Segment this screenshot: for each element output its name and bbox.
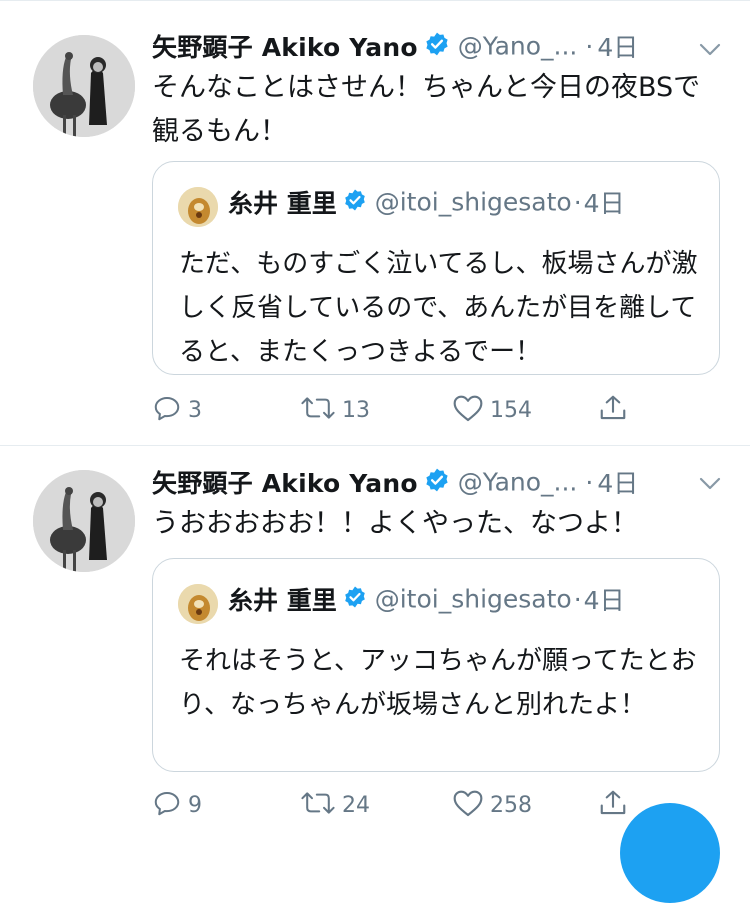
tweet-header: 矢野顕子 Akiko Yano @Yano_... · 4日	[152, 464, 638, 504]
author-name[interactable]: 矢野顕子 Akiko Yano	[152, 469, 418, 498]
author-avatar[interactable]	[33, 470, 135, 572]
retweet-count: 24	[342, 792, 370, 818]
retweet-count: 13	[342, 397, 370, 423]
tweet-actions: 9 24 258	[152, 785, 652, 825]
tweet-1[interactable]: 矢野顕子 Akiko Yano @Yano_... · 4日 そんなことはさせん！ちゃ…	[0, 0, 750, 445]
tweet-text: そんなことはさせん！ちゃんと今日の夜BSで観るもん！	[152, 72, 701, 147]
like-icon	[452, 393, 484, 427]
reply-button[interactable]: 9	[152, 785, 202, 825]
quoted-tweet[interactable]: 糸井 重里 @itoi_shigesato·4日 ただ、ものすごく泣いてるし、板場…	[152, 161, 720, 375]
quoted-handle: @itoi_shigesato	[374, 187, 572, 217]
quoted-header: 糸井 重里 @itoi_shigesato·4日	[228, 581, 625, 617]
like-button[interactable]: 154	[452, 390, 532, 430]
quoted-avatar[interactable]	[178, 584, 218, 624]
quoted-time: 4日	[583, 586, 625, 615]
verified-badge-icon	[424, 31, 450, 61]
quoted-text: ただ、ものすごく泣いてるし、板場さんが激しく反省しているので、あんたが目を離して…	[179, 249, 698, 367]
separator-dot: ·	[585, 467, 594, 497]
quoted-header: 糸井 重里 @itoi_shigesato·4日	[228, 184, 625, 220]
tweet-header: 矢野顕子 Akiko Yano @Yano_... · 4日	[152, 28, 638, 68]
chevron-down-icon[interactable]	[697, 474, 723, 494]
share-button[interactable]	[598, 390, 628, 430]
share-button[interactable]	[598, 785, 628, 825]
like-icon	[452, 788, 484, 822]
reply-count: 9	[188, 792, 202, 818]
quoted-text: それはそうと、アッコちゃんが願ってたとおり、なっちゃんが坂場さんと別れたよ！	[179, 646, 697, 720]
tweet-actions: 3 13 154	[152, 390, 652, 430]
quoted-author-name: 糸井 重里	[228, 189, 337, 218]
tweet-time[interactable]: 4日	[597, 33, 638, 62]
share-icon	[598, 393, 628, 427]
quoted-handle: @itoi_shigesato	[374, 584, 572, 614]
author-avatar-image	[33, 470, 135, 572]
like-button[interactable]: 258	[452, 785, 532, 825]
tweet-2[interactable]: 矢野顕子 Akiko Yano @Yano_... · 4日 うおおおおお！！よくやっ…	[0, 446, 750, 831]
like-count: 258	[490, 792, 532, 818]
retweet-icon	[300, 788, 336, 822]
verified-badge-icon	[343, 188, 367, 216]
quoted-tweet[interactable]: 糸井 重里 @itoi_shigesato·4日 それはそうと、アッコちゃんが願っ…	[152, 558, 720, 772]
author-avatar[interactable]	[33, 35, 135, 137]
tweet-time[interactable]: 4日	[597, 469, 638, 498]
reply-button[interactable]: 3	[152, 390, 202, 430]
retweet-button[interactable]: 24	[300, 785, 370, 825]
author-handle[interactable]: @Yano_...	[458, 32, 578, 61]
verified-badge-icon	[343, 585, 367, 613]
quoted-author-name: 糸井 重里	[228, 586, 337, 615]
author-avatar-image	[33, 35, 135, 137]
retweet-icon	[300, 393, 336, 427]
separator-dot: ·	[573, 187, 582, 217]
chevron-down-icon[interactable]	[697, 40, 723, 60]
reply-icon	[152, 393, 182, 427]
reply-count: 3	[188, 397, 202, 423]
separator-dot: ·	[573, 584, 582, 614]
reply-icon	[152, 788, 182, 822]
quoted-time: 4日	[583, 189, 625, 218]
verified-badge-icon	[424, 467, 450, 497]
separator-dot: ·	[585, 31, 594, 61]
like-count: 154	[490, 397, 532, 423]
author-handle[interactable]: @Yano_...	[458, 468, 578, 497]
quoted-avatar[interactable]	[178, 187, 218, 227]
share-icon	[598, 788, 628, 822]
author-name[interactable]: 矢野顕子 Akiko Yano	[152, 33, 418, 62]
retweet-button[interactable]: 13	[300, 390, 370, 430]
tweet-text: うおおおおお！！よくやった、なつよ！	[152, 508, 638, 539]
compose-tweet-button[interactable]	[620, 803, 720, 903]
